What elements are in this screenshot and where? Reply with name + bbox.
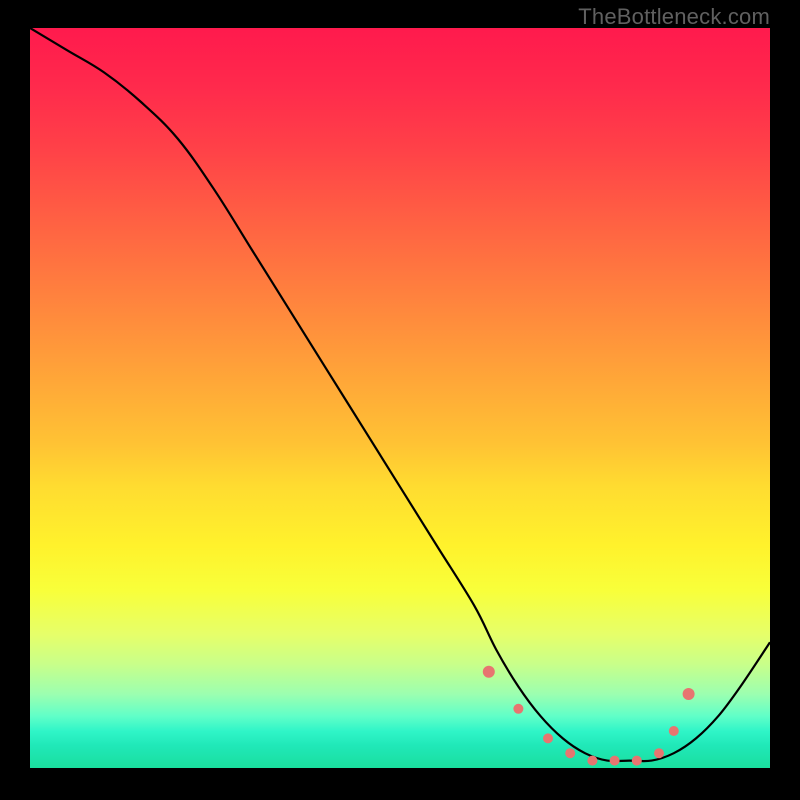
marker-dot bbox=[565, 748, 575, 758]
marker-dot bbox=[683, 688, 695, 700]
marker-dot bbox=[654, 748, 664, 758]
marker-dot bbox=[610, 756, 620, 766]
bottleneck-curve bbox=[30, 28, 770, 761]
marker-dot bbox=[543, 733, 553, 743]
chart-container: TheBottleneck.com bbox=[0, 0, 800, 800]
watermark-text: TheBottleneck.com bbox=[578, 4, 770, 30]
marker-dot bbox=[632, 756, 642, 766]
marker-dot bbox=[669, 726, 679, 736]
plot-area bbox=[30, 28, 770, 768]
marker-dot bbox=[587, 756, 597, 766]
marker-dot bbox=[483, 666, 495, 678]
marker-dot bbox=[513, 704, 523, 714]
curve-layer bbox=[30, 28, 770, 768]
